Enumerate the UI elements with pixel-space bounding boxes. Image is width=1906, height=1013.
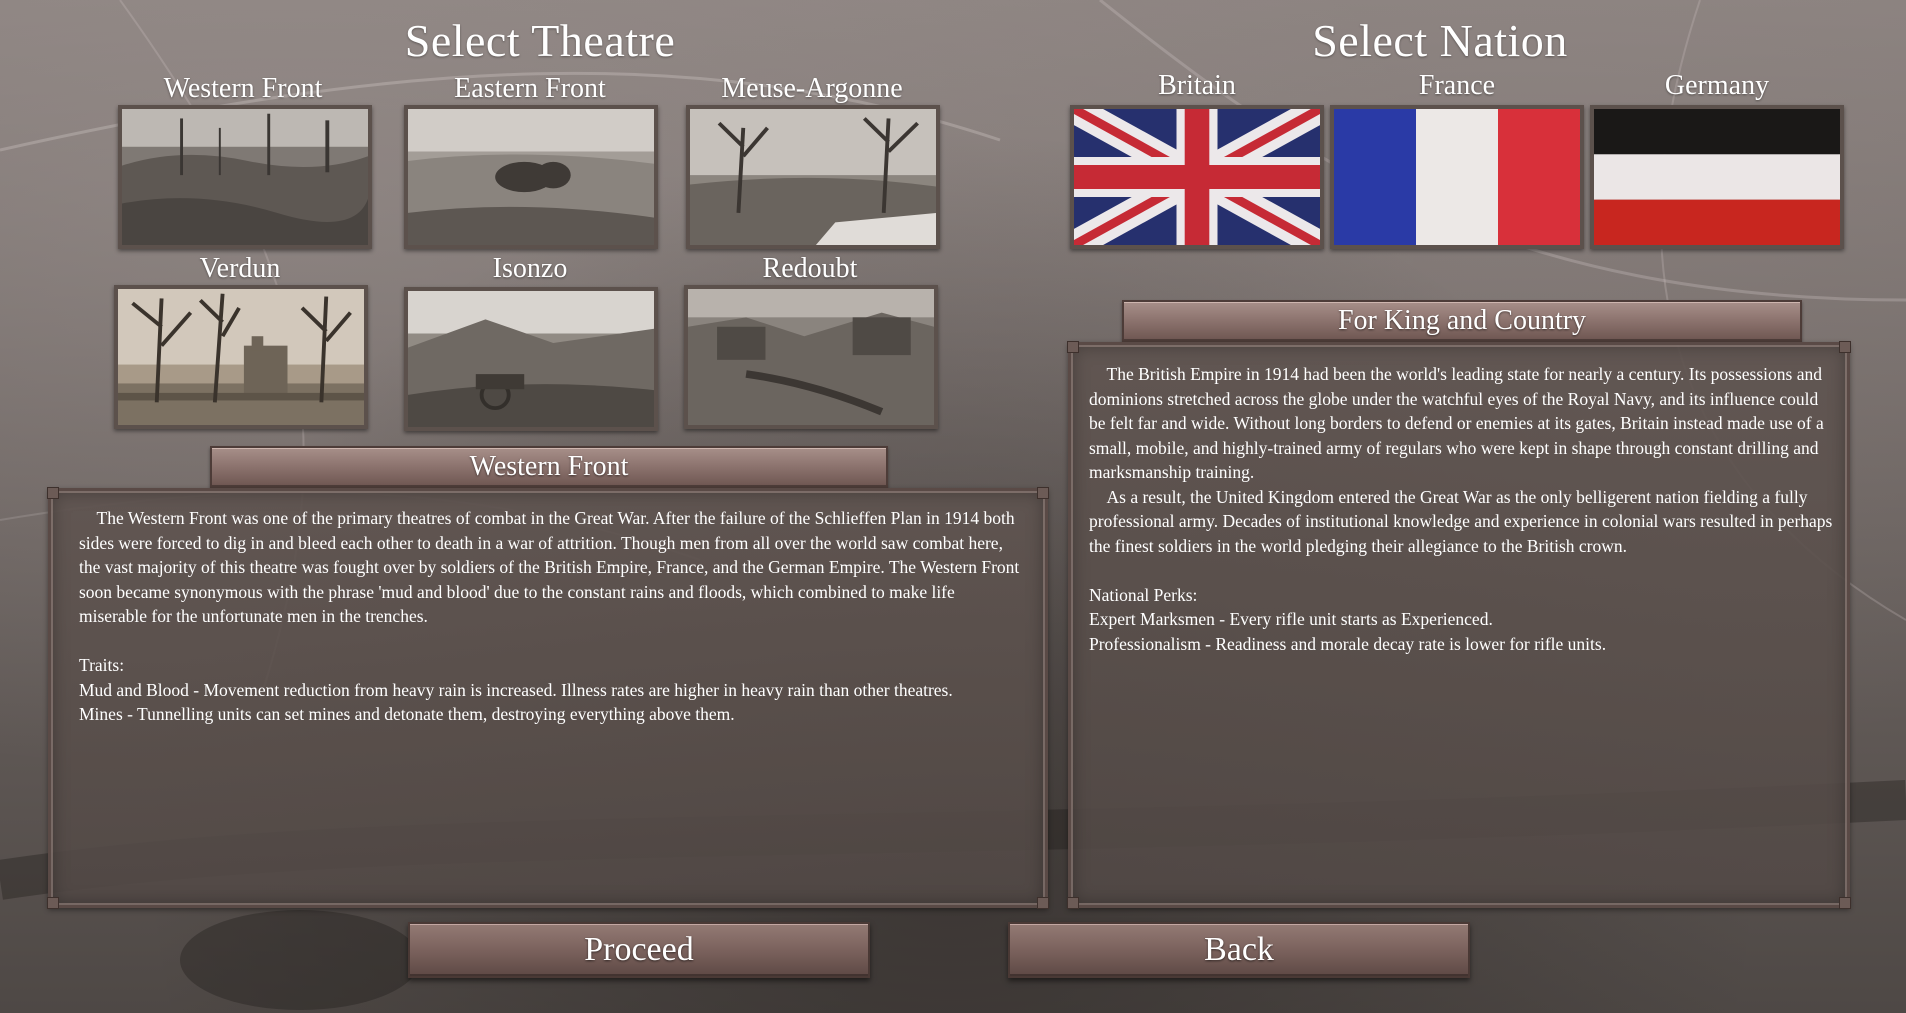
theatre-tile-eastern-front[interactable] — [404, 105, 658, 249]
nation-tile-britain[interactable] — [1070, 105, 1324, 249]
theatre-label-verdun: Verdun — [199, 253, 281, 284]
selected-nation-title: For King and Country — [1122, 300, 1802, 342]
theatre-label-isonzo: Isonzo — [492, 253, 568, 284]
proceed-button[interactable]: Proceed — [408, 922, 870, 978]
theatre-label-meuse-argonne: Meuse-Argonne — [721, 73, 903, 104]
nation-label-britain: Britain — [1158, 70, 1236, 101]
panel-corner-ornament — [1037, 487, 1049, 499]
meuse-argonne-photo-icon — [690, 109, 936, 245]
theatre-description-panel: The Western Front was one of the primary… — [47, 487, 1049, 909]
nation-description-panel: The British Empire in 1914 had been the … — [1067, 341, 1851, 909]
theatre-tile-western-front[interactable] — [118, 105, 372, 249]
nation-description-text: The British Empire in 1914 had been the … — [1089, 364, 1833, 654]
theatre-tile-isonzo[interactable] — [404, 287, 658, 431]
eastern-front-photo-icon — [408, 109, 654, 245]
nation-tile-france[interactable] — [1330, 105, 1584, 249]
theatre-tile-verdun[interactable] — [114, 285, 368, 429]
theatre-tile-redoubt[interactable] — [684, 285, 938, 429]
theatre-label-eastern-front: Eastern Front — [454, 73, 606, 104]
select-nation-heading: Select Nation — [1312, 15, 1568, 66]
nation-tile-germany[interactable] — [1590, 105, 1844, 249]
panel-corner-ornament — [47, 487, 59, 499]
theatre-tile-meuse-argonne[interactable] — [686, 105, 940, 249]
theatre-label-western-front: Western Front — [163, 73, 323, 104]
panel-corner-ornament — [1839, 897, 1851, 909]
back-button[interactable]: Back — [1008, 922, 1470, 978]
nation-label-germany: Germany — [1664, 70, 1770, 101]
nation-label-france: France — [1418, 70, 1496, 101]
panel-corner-ornament — [1067, 897, 1079, 909]
selected-theatre-title: Western Front — [210, 446, 888, 488]
union-jack-flag-icon — [1074, 109, 1320, 245]
isonzo-photo-icon — [408, 291, 654, 427]
panel-corner-ornament — [1067, 341, 1079, 353]
panel-corner-ornament — [47, 897, 59, 909]
western-front-photo-icon — [122, 109, 368, 245]
panel-corner-ornament — [1037, 897, 1049, 909]
german-imperial-flag-icon — [1594, 109, 1840, 245]
theatre-description-text: The Western Front was one of the primary… — [79, 508, 1020, 724]
select-theatre-heading: Select Theatre — [404, 15, 676, 66]
french-tricolour-flag-icon — [1334, 109, 1580, 245]
panel-corner-ornament — [1839, 341, 1851, 353]
redoubt-photo-icon — [688, 289, 934, 425]
verdun-photo-icon — [118, 289, 364, 425]
theatre-label-redoubt: Redoubt — [762, 253, 858, 284]
